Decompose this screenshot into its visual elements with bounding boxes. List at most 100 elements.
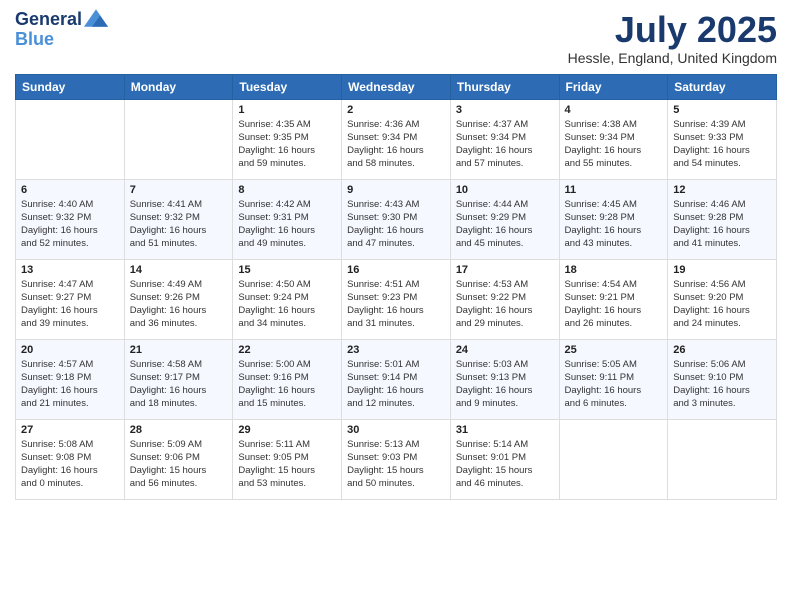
day-info: Sunrise: 4:39 AM Sunset: 9:33 PM Dayligh… [673,118,771,171]
day-info: Sunrise: 4:58 AM Sunset: 9:17 PM Dayligh… [130,358,228,411]
calendar-header-monday: Monday [124,74,233,99]
day-number: 17 [456,264,554,276]
calendar-cell: 10 Sunrise: 4:44 AM Sunset: 9:29 PM Dayli… [450,179,559,259]
calendar-cell: 22 Sunrise: 5:00 AM Sunset: 9:16 PM Dayli… [233,339,342,419]
calendar-cell: 28Sunrise: 5:09 AM Sunset: 9:06 PM Dayli… [124,419,233,499]
day-info: Sunrise: 4:43 AM Sunset: 9:30 PM Dayligh… [347,198,445,251]
location: Hessle, England, United Kingdom [568,50,777,66]
day-info: Sunrise: 4:38 AM Sunset: 9:34 PM Dayligh… [565,118,663,171]
day-number: 31 [456,424,554,436]
calendar-week-4: 20 Sunrise: 4:57 AM Sunset: 9:18 PM Dayli… [16,339,777,419]
calendar-cell: 29Sunrise: 5:11 AM Sunset: 9:05 PM Dayli… [233,419,342,499]
calendar-cell [559,419,668,499]
day-info: Sunrise: 4:40 AM Sunset: 9:32 PM Dayligh… [21,198,119,251]
calendar-cell: 13 Sunrise: 4:47 AM Sunset: 9:27 PM Dayli… [16,259,125,339]
calendar-cell: 27 Sunrise: 5:08 AM Sunset: 9:08 PM Dayli… [16,419,125,499]
day-number: 10 [456,184,554,196]
calendar-cell [16,99,125,179]
day-number: 26 [673,344,771,356]
calendar-header-row: SundayMondayTuesdayWednesdayThursdayFrid… [16,74,777,99]
day-number: 27 [21,424,119,436]
calendar: SundayMondayTuesdayWednesdayThursdayFrid… [15,74,777,500]
calendar-cell: 18 Sunrise: 4:54 AM Sunset: 9:21 PM Dayli… [559,259,668,339]
day-info: Sunrise: 4:36 AM Sunset: 9:34 PM Dayligh… [347,118,445,171]
calendar-cell: 5Sunrise: 4:39 AM Sunset: 9:33 PM Daylig… [668,99,777,179]
day-number: 9 [347,184,445,196]
day-number: 2 [347,104,445,116]
day-number: 11 [565,184,663,196]
calendar-header-friday: Friday [559,74,668,99]
day-info: Sunrise: 4:46 AM Sunset: 9:28 PM Dayligh… [673,198,771,251]
calendar-cell: 11 Sunrise: 4:45 AM Sunset: 9:28 PM Dayli… [559,179,668,259]
day-info: Sunrise: 4:45 AM Sunset: 9:28 PM Dayligh… [565,198,663,251]
calendar-cell: 17Sunrise: 4:53 AM Sunset: 9:22 PM Dayli… [450,259,559,339]
day-info: Sunrise: 5:06 AM Sunset: 9:10 PM Dayligh… [673,358,771,411]
day-number: 22 [238,344,336,356]
day-info: Sunrise: 4:35 AM Sunset: 9:35 PM Dayligh… [238,118,336,171]
day-number: 16 [347,264,445,276]
calendar-week-1: 1Sunrise: 4:35 AM Sunset: 9:35 PM Daylig… [16,99,777,179]
day-info: Sunrise: 5:13 AM Sunset: 9:03 PM Dayligh… [347,438,445,491]
day-info: Sunrise: 4:50 AM Sunset: 9:24 PM Dayligh… [238,278,336,331]
day-info: Sunrise: 4:56 AM Sunset: 9:20 PM Dayligh… [673,278,771,331]
calendar-header-wednesday: Wednesday [342,74,451,99]
day-number: 3 [456,104,554,116]
calendar-cell [124,99,233,179]
day-number: 13 [21,264,119,276]
day-number: 25 [565,344,663,356]
day-info: Sunrise: 5:00 AM Sunset: 9:16 PM Dayligh… [238,358,336,411]
calendar-header-saturday: Saturday [668,74,777,99]
day-info: Sunrise: 4:44 AM Sunset: 9:29 PM Dayligh… [456,198,554,251]
day-info: Sunrise: 5:11 AM Sunset: 9:05 PM Dayligh… [238,438,336,491]
calendar-cell: 1Sunrise: 4:35 AM Sunset: 9:35 PM Daylig… [233,99,342,179]
day-number: 7 [130,184,228,196]
calendar-cell: 23Sunrise: 5:01 AM Sunset: 9:14 PM Dayli… [342,339,451,419]
day-info: Sunrise: 4:54 AM Sunset: 9:21 PM Dayligh… [565,278,663,331]
day-info: Sunrise: 4:57 AM Sunset: 9:18 PM Dayligh… [21,358,119,411]
day-number: 21 [130,344,228,356]
calendar-cell: 30 Sunrise: 5:13 AM Sunset: 9:03 PM Dayli… [342,419,451,499]
logo-text-line1: General [15,10,82,30]
day-number: 18 [565,264,663,276]
calendar-cell: 26 Sunrise: 5:06 AM Sunset: 9:10 PM Dayli… [668,339,777,419]
day-number: 4 [565,104,663,116]
calendar-header-thursday: Thursday [450,74,559,99]
day-info: Sunrise: 5:14 AM Sunset: 9:01 PM Dayligh… [456,438,554,491]
page: General Blue July 2025 Hessle, England, … [0,0,792,612]
day-number: 30 [347,424,445,436]
day-number: 19 [673,264,771,276]
day-number: 24 [456,344,554,356]
day-number: 12 [673,184,771,196]
calendar-cell [668,419,777,499]
day-number: 8 [238,184,336,196]
calendar-cell: 20 Sunrise: 4:57 AM Sunset: 9:18 PM Dayli… [16,339,125,419]
day-info: Sunrise: 4:42 AM Sunset: 9:31 PM Dayligh… [238,198,336,251]
calendar-cell: 24 Sunrise: 5:03 AM Sunset: 9:13 PM Dayli… [450,339,559,419]
calendar-cell: 12 Sunrise: 4:46 AM Sunset: 9:28 PM Dayli… [668,179,777,259]
calendar-cell: 14Sunrise: 4:49 AM Sunset: 9:26 PM Dayli… [124,259,233,339]
day-info: Sunrise: 5:03 AM Sunset: 9:13 PM Dayligh… [456,358,554,411]
day-number: 20 [21,344,119,356]
calendar-cell: 25 Sunrise: 5:05 AM Sunset: 9:11 PM Dayli… [559,339,668,419]
calendar-cell: 21 Sunrise: 4:58 AM Sunset: 9:17 PM Dayli… [124,339,233,419]
calendar-week-5: 27 Sunrise: 5:08 AM Sunset: 9:08 PM Dayli… [16,419,777,499]
day-info: Sunrise: 5:08 AM Sunset: 9:08 PM Dayligh… [21,438,119,491]
day-info: Sunrise: 4:37 AM Sunset: 9:34 PM Dayligh… [456,118,554,171]
day-info: Sunrise: 4:51 AM Sunset: 9:23 PM Dayligh… [347,278,445,331]
calendar-cell: 3 Sunrise: 4:37 AM Sunset: 9:34 PM Daylig… [450,99,559,179]
day-info: Sunrise: 4:49 AM Sunset: 9:26 PM Dayligh… [130,278,228,331]
calendar-cell: 19 Sunrise: 4:56 AM Sunset: 9:20 PM Dayli… [668,259,777,339]
day-number: 15 [238,264,336,276]
day-info: Sunrise: 4:47 AM Sunset: 9:27 PM Dayligh… [21,278,119,331]
calendar-header-tuesday: Tuesday [233,74,342,99]
calendar-cell: 16 Sunrise: 4:51 AM Sunset: 9:23 PM Dayli… [342,259,451,339]
day-number: 28 [130,424,228,436]
calendar-cell: 8 Sunrise: 4:42 AM Sunset: 9:31 PM Daylig… [233,179,342,259]
logo-icon [84,8,108,28]
calendar-cell: 31 Sunrise: 5:14 AM Sunset: 9:01 PM Dayli… [450,419,559,499]
calendar-cell: 6 Sunrise: 4:40 AM Sunset: 9:32 PM Daylig… [16,179,125,259]
day-number: 6 [21,184,119,196]
month-title: July 2025 [568,10,777,50]
day-info: Sunrise: 5:05 AM Sunset: 9:11 PM Dayligh… [565,358,663,411]
calendar-header-sunday: Sunday [16,74,125,99]
